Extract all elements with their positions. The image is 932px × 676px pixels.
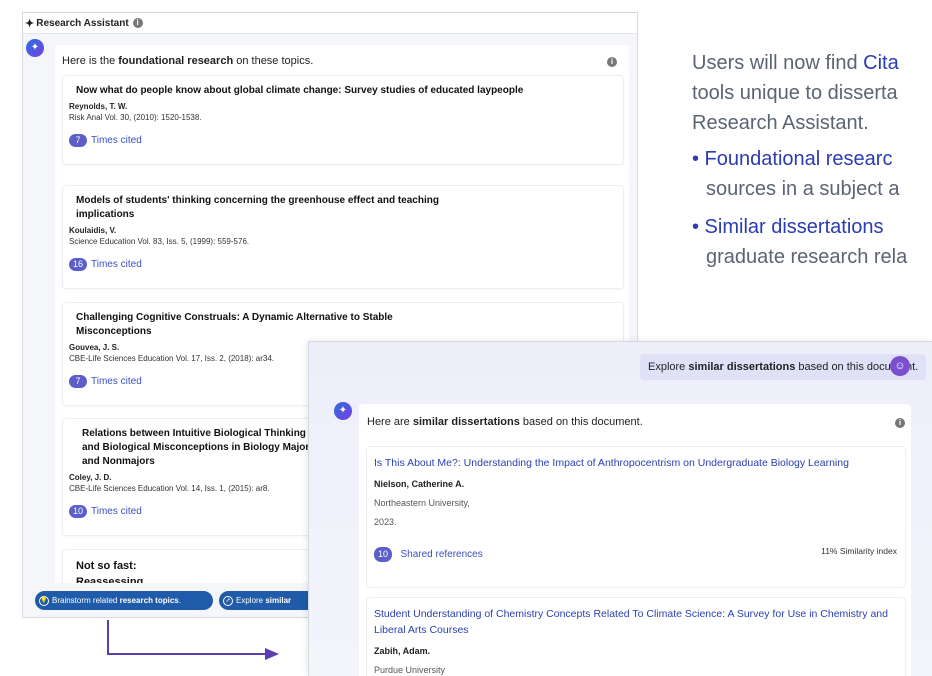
description-line: Users will now find Cita	[692, 52, 899, 74]
times-cited-label[interactable]: Times cited	[91, 135, 142, 146]
dissertation-institution: Northeastern University,	[374, 498, 470, 508]
feature-item: • Foundational researc sources in a subje…	[692, 148, 900, 200]
response-intro: Here is the foundational research on the…	[62, 55, 314, 67]
description-line: Research Assistant.	[692, 112, 869, 134]
info-icon[interactable]: i	[132, 18, 143, 28]
compass-icon: ➚	[223, 595, 233, 606]
cited-count-badge: 10	[69, 505, 88, 518]
similar-dissertations-panel: Explore similar dissertations based on t…	[308, 341, 932, 676]
times-cited-label[interactable]: Times cited	[91, 259, 142, 270]
shared-count-badge: 10	[374, 547, 393, 562]
dissertation-card: Is This About Me?: Understanding the Imp…	[366, 446, 906, 588]
dissertation-year: 2023.	[374, 517, 397, 527]
reference-title[interactable]: Challenging Cognitive Construals: A Dyna…	[76, 311, 396, 339]
user-avatar-icon: ☺	[890, 356, 910, 376]
assistant-avatar-icon: ✦	[26, 39, 44, 57]
info-icon[interactable]: i	[895, 418, 905, 428]
reference-title[interactable]: Models of students' thinking concerning …	[76, 194, 456, 222]
times-cited-label[interactable]: Times cited	[91, 506, 142, 517]
user-message: Explore similar dissertations based on t…	[640, 354, 927, 380]
dissertation-institution: Purdue University	[374, 665, 446, 675]
response-intro: Here are similar dissertations based on …	[367, 416, 643, 428]
dissertation-author: Nielson, Catherine A.	[374, 479, 465, 489]
cited-count-badge: 7	[69, 375, 87, 388]
dissertation-author: Zabih, Adam.	[374, 646, 431, 656]
feature-description: Users will now find Cita tools unique to…	[692, 48, 932, 280]
reference-card: Models of students' thinking concerning …	[62, 185, 624, 289]
reference-title[interactable]: Relations between Intuitive Biological T…	[82, 427, 317, 469]
reference-author: Reynolds, T. W.	[69, 102, 128, 111]
lightbulb-icon: 💡	[39, 595, 49, 606]
assistant-avatar-icon: ✦	[334, 402, 352, 420]
info-icon[interactable]: i	[607, 57, 617, 67]
dissertation-title-link[interactable]: Is This About Me?: Understanding the Imp…	[374, 455, 894, 471]
cited-count-badge: 7	[69, 134, 87, 147]
reference-author: Koulaidis, V.	[69, 226, 117, 235]
panel-title: Research Assistant	[36, 17, 129, 29]
feature-list: • Foundational researc sources in a subje…	[692, 144, 932, 272]
dissertation-title-link[interactable]: Student Understanding of Chemistry Conce…	[374, 606, 894, 638]
dissertation-card: Student Understanding of Chemistry Conce…	[366, 597, 906, 676]
reference-card: Now what do people know about global cli…	[62, 75, 624, 165]
times-cited-link[interactable]: 7 Times cited	[69, 134, 623, 147]
shared-references-link[interactable]: Shared references	[400, 549, 482, 560]
dissertation-footer: 10 Shared references 11% Similarity inde…	[374, 544, 905, 562]
arrow-head-icon	[265, 648, 279, 660]
reference-source: Science Education Vol. 83, Iss. 5, (1999…	[69, 237, 250, 246]
reference-title[interactable]: Now what do people know about global cli…	[76, 84, 596, 98]
feature-item: • Similar dissertations graduate research…	[692, 216, 908, 268]
description-line: tools unique to disserta	[692, 82, 898, 104]
times-cited-link[interactable]: 16 Times cited	[69, 258, 623, 271]
reference-source: Risk Anal Vol. 30, (2010): 1520-1538.	[69, 113, 202, 122]
times-cited-label[interactable]: Times cited	[91, 376, 142, 387]
sparkle-icon: ✦	[25, 17, 35, 30]
connector-arrow	[107, 653, 267, 655]
similarity-index: 11% Similarity index	[821, 546, 897, 556]
panel-header: ✦ Research Assistant i	[23, 13, 637, 34]
similar-dissertations-response: Here are similar dissertations based on …	[359, 404, 911, 676]
cited-count-badge: 16	[69, 258, 88, 271]
connector-arrow	[107, 620, 109, 655]
brainstorm-topics-button[interactable]: 💡 Brainstorm related research topics.	[35, 591, 213, 610]
